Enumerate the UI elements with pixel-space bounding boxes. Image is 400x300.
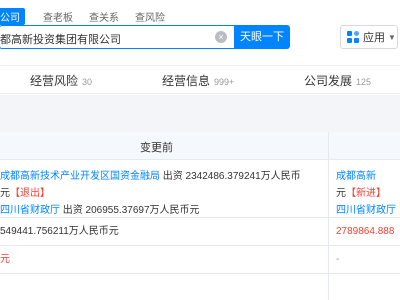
investment-amount: 出资 2342486.379241万人民币 [160,171,301,182]
registered-capital-after: 2789864.888 [336,226,395,237]
cell-after: - [336,251,400,268]
shareholder-link[interactable]: 成都高新技术产业开发区国资金融局 [0,171,160,182]
top-bar: 公司 查老板 查关系 查风险 都高新投资集团有限公司 × 天眼一下 应用 ▼ [0,0,400,66]
table-row: 549441.756211万人民币元 2789864.888 [0,218,400,246]
table-row: 成都高新技术产业开发区国资金融局 出资 2342486.379241万人民币 元… [0,160,400,218]
apps-grid-icon [347,31,359,43]
table-header: 变更前 [0,132,400,160]
table-row: 元 - [0,246,400,274]
unit-text: 元 [336,188,346,199]
change-record-table: 变更前 成都高新技术产业开发区国资金融局 出资 2342486.379241万人… [0,132,400,300]
section-spacer [0,95,400,132]
cell-after: 成都高新 元【新进】 四川省财政厅 [336,168,400,219]
search-input-value: 都高新投资集团有限公司 [0,34,121,46]
search-button[interactable]: 天眼一下 [234,25,290,49]
cell-after: 2789864.888 [336,223,400,240]
tab-relation[interactable]: 查关系 [89,9,119,24]
cell-before: 549441.756211万人民币元 [0,223,326,240]
exit-tag: 【退出】 [10,188,50,199]
nav-count: 125 [356,77,372,87]
section-nav: 经营风险 30 经营信息 999+ 公司发展 125 [0,66,400,94]
cell-before: 元 [0,251,326,268]
header-before: 变更前 [140,142,173,154]
nav-company-development[interactable]: 公司发展 125 [304,72,371,89]
search-type-tabs: 公司 查老板 查关系 查风险 [0,7,181,25]
registered-capital-before: 549441.756211万人民币元 [0,226,119,237]
value-before: 元 [0,254,10,265]
nav-count: 999+ [214,77,235,87]
nav-label: 经营风险 [30,74,79,88]
value-after: - [336,254,340,265]
cell-before: 成都高新技术产业开发区国资金融局 出资 2342486.379241万人民币 元… [0,168,326,219]
shareholder-link[interactable]: 四川省财政厅 [336,205,396,216]
nav-label: 经营信息 [162,74,211,88]
tab-boss[interactable]: 查老板 [43,9,73,24]
shareholder-link[interactable]: 成都高新 [336,171,376,182]
nav-business-info[interactable]: 经营信息 999+ [162,72,234,89]
clear-icon[interactable]: × [215,31,227,43]
search-input[interactable]: 都高新投资集团有限公司 × [0,25,234,49]
new-tag: 【新进】 [346,188,386,199]
shareholder-link[interactable]: 四川省财政厅 [0,205,60,216]
chevron-down-icon: ▼ [388,32,396,42]
nav-label: 公司发展 [304,74,353,88]
investment-amount: 出资 206955.37697万人民币元 [60,205,200,216]
nav-business-risk[interactable]: 经营风险 30 [30,72,92,89]
apps-label: 应用 [363,32,385,44]
nav-count: 30 [82,77,93,87]
tab-company[interactable]: 公司 [0,7,25,25]
tab-risk[interactable]: 查风险 [135,9,165,24]
apps-button[interactable]: 应用 ▼ [340,25,398,49]
unit-text: 元 [0,188,10,199]
